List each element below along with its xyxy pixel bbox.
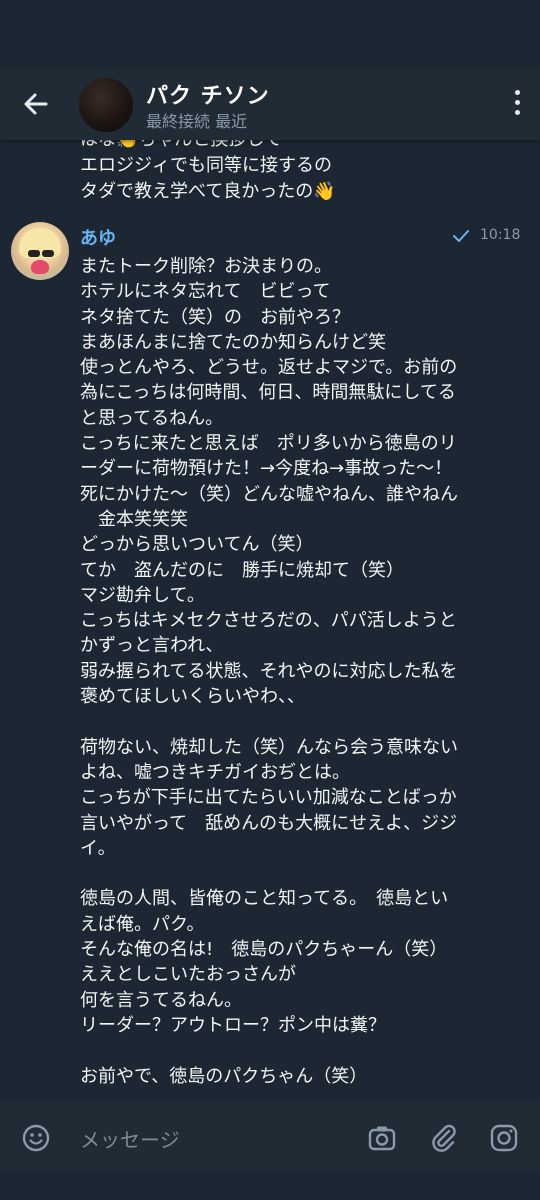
message-line: ネタ捨てた（笑）の お前やろ？ <box>80 306 350 328</box>
message-line: エロジジィでも同等に接するの <box>80 155 332 176</box>
message-line: リーダー？アウトロー？ポン中は糞？ <box>80 1014 386 1036</box>
message-input[interactable]: メッセージ <box>80 1124 180 1153</box>
message-list[interactable]: はな👏ちゃんと挨拶して エロジジィでも同等に接するの タダで教え学べて良かったの… <box>0 140 540 1102</box>
message-line: どっから思いついてん（笑） <box>80 534 314 556</box>
message-line: はな👏ちゃんと挨拶して <box>80 140 336 153</box>
last-seen-status: 最終接続 最近 <box>146 112 248 131</box>
camera-icon[interactable] <box>366 1122 398 1154</box>
message-line: 荷物ない、焼却した（笑）んなら会う意味ない <box>80 736 458 758</box>
message-line: 使っとんやろ、どうせ。返せよマジで。お前の <box>80 357 458 379</box>
message-line: てか 盗んだのに 勝手に焼却て（笑） <box>80 559 404 581</box>
message-line: タダで教え学べて良かったの👋 <box>80 181 336 202</box>
sender-avatar[interactable] <box>11 222 69 280</box>
message-time: 10:18 <box>480 227 521 243</box>
message-line: ええとしこいたおっさんが <box>80 964 296 986</box>
chat-header: パク チソン 最終接続 最近 <box>0 68 540 140</box>
message-line: 何を言うてるねん。 <box>80 989 242 1011</box>
message-line: 弱み握られてる状態、それやのに対応した私を <box>80 660 458 682</box>
message-line: ホテルにネタ忘れて ビビって <box>80 281 331 303</box>
message-composer: メッセージ <box>0 1102 540 1172</box>
instagram-camera-icon[interactable] <box>488 1122 520 1154</box>
message-line: お前やで、徳島のパクちゃん（笑） <box>80 1065 368 1087</box>
contact-avatar[interactable] <box>79 78 133 132</box>
message-line: そんな俺の名は! 徳島のパクちゃーん（笑） <box>80 939 448 961</box>
message-text[interactable]: またトーク削除？お決まりの。 ホテルにネタ忘れて ビビって ネタ捨てた（笑）の … <box>80 254 530 1089</box>
emoji-icon[interactable] <box>20 1122 52 1154</box>
read-check-icon <box>452 228 470 242</box>
message-line: こっちはキメセクさせろだの、パパ活しようと <box>80 610 457 632</box>
message-line: イ。 <box>80 837 116 859</box>
message-line: マジ勘弁して。 <box>80 584 205 606</box>
more-options-icon[interactable] <box>512 90 522 118</box>
back-arrow-icon[interactable] <box>18 86 54 122</box>
message-line: こっちに来たと思えば ポリ多いから徳島のリ <box>80 433 457 455</box>
sender-name[interactable]: あゆ <box>80 224 116 250</box>
message-line: 徳島の人間、皆俺のこと知ってる。 徳島とい <box>80 888 449 910</box>
message-line: こっちが下手に出てたらいい加減なことばっか <box>80 787 457 809</box>
message-line: えば俺。パク。 <box>80 913 205 935</box>
paperclip-icon[interactable] <box>428 1122 460 1154</box>
status-bar-area <box>0 0 540 68</box>
message-line: かずっと言われ、 <box>80 635 224 657</box>
message-line <box>80 861 530 886</box>
message-line: 死にかけた〜（笑）どんな嘘やねん、誰やねん <box>80 483 458 505</box>
message-line: またトーク削除？お決まりの。 <box>80 256 332 277</box>
message-line: 褒めてほしいくらいやわ、、 <box>80 686 305 708</box>
message-line: 金本笑笑笑 <box>80 508 188 530</box>
message-line: 為にこっちは何時間、何日、時間無駄にしてる <box>80 382 456 404</box>
message-line: まあほんまに捨てたのか知らんけど笑 <box>80 331 386 353</box>
message-line <box>80 1038 530 1063</box>
message-line: よね、嘘つきキチガイおぢとは。 <box>80 761 350 783</box>
message-line: 言いやがって 舐めんのも大概にせえよ、ジジ <box>80 812 458 834</box>
contact-name[interactable]: パク チソン <box>146 78 270 110</box>
message-line <box>80 709 530 734</box>
previous-message: はな👏ちゃんと挨拶して エロジジィでも同等に接するの タダで教え学べて良かったの… <box>80 140 336 205</box>
system-nav-bar <box>0 1172 540 1200</box>
message-line: と思ってるねん。 <box>80 407 224 429</box>
message-line: ーダーに荷物預けた！→今度ね→事故った〜！ <box>80 458 453 480</box>
